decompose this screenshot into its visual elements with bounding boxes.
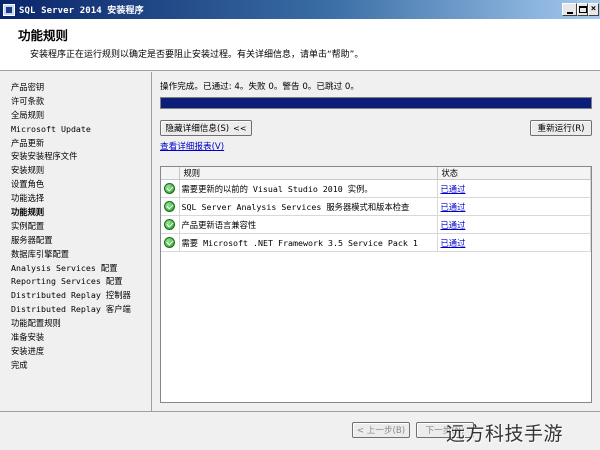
minimize-button[interactable] bbox=[562, 3, 577, 16]
table-row[interactable]: 产品更新语言兼容性 已通过 bbox=[161, 215, 591, 234]
nav-step-item[interactable]: 安装安装程序文件 bbox=[11, 150, 131, 164]
status-passed-link[interactable]: 已通过 bbox=[441, 238, 466, 248]
check-success-icon bbox=[164, 219, 176, 230]
rule-status-cell: 已通过 bbox=[437, 233, 591, 252]
nav-step-item[interactable]: 功能配置规则 bbox=[11, 317, 131, 331]
title-bar: SQL Server 2014 安装程序 bbox=[0, 0, 600, 19]
nav-step-item[interactable]: 安装规则 bbox=[11, 164, 131, 178]
back-button[interactable]: < 上一步(B) bbox=[352, 422, 410, 438]
maximize-icon bbox=[578, 6, 587, 13]
rules-table: 规则 状态 需要更新的以前的 Visual Studio 2010 实例。 已通过… bbox=[160, 166, 592, 403]
row-icon-cell bbox=[161, 233, 180, 252]
rule-name-cell: SQL Server Analysis Services 服务器模式和版本检查 bbox=[179, 197, 438, 216]
main-panel: 操作完成。已通过: 4。失败 0。警告 0。已跳过 0。 隐藏详细信息(S) <… bbox=[153, 72, 600, 411]
icon-column-header bbox=[161, 167, 180, 180]
window-title: SQL Server 2014 安装程序 bbox=[19, 6, 144, 16]
footer-bar: < 上一步(B) 下一步(N) 远方科技手游 bbox=[0, 411, 600, 450]
table-row[interactable]: 需要 Microsoft .NET Framework 3.5 Service … bbox=[161, 233, 591, 252]
table-row[interactable]: SQL Server Analysis Services 服务器模式和版本检查已… bbox=[161, 197, 591, 216]
nav-step-item[interactable]: 产品更新 bbox=[11, 137, 131, 151]
sql-server-setup-icon bbox=[3, 3, 15, 16]
status-column-header[interactable]: 状态 bbox=[437, 167, 591, 180]
page-description: 安装程序正在运行规则以确定是否要阻止安装过程。有关详细信息，请单击“帮助”。 bbox=[30, 50, 364, 60]
row-icon-cell bbox=[161, 197, 180, 216]
rerun-label: 重新运行(R) bbox=[537, 124, 585, 134]
check-success-icon bbox=[164, 201, 176, 212]
rule-name-cell: 需要更新的以前的 Visual Studio 2010 实例。 bbox=[179, 179, 438, 198]
nav-step-item[interactable]: 设置角色 bbox=[11, 178, 131, 192]
nav-step-item[interactable]: 许可条款 bbox=[11, 95, 131, 109]
step-navigation: 产品密钥 许可条款 全局规则 Microsoft Update 产品更新 安装安装程序文件… bbox=[0, 72, 152, 411]
rule-column-header[interactable]: 规则 bbox=[179, 167, 438, 180]
nav-step-item[interactable]: 产品密钥 bbox=[11, 81, 131, 95]
rule-name-cell: 产品更新语言兼容性 bbox=[179, 215, 438, 234]
nav-step-item[interactable]: 功能选择 bbox=[11, 192, 131, 206]
nav-step-item[interactable]: 完成 bbox=[11, 359, 131, 373]
page-title: 功能规则 bbox=[18, 28, 69, 43]
row-icon-cell bbox=[161, 179, 180, 198]
chevron-collapse-icon: << bbox=[233, 123, 247, 133]
nav-step-item[interactable]: 服务器配置 bbox=[11, 234, 131, 248]
rerun-button[interactable]: 重新运行(R) bbox=[530, 120, 592, 136]
nav-step-item[interactable]: Reporting Services 配置 bbox=[11, 275, 131, 289]
progress-fill bbox=[161, 98, 591, 108]
nav-step-item[interactable]: 准备安装 bbox=[11, 331, 131, 345]
table-header-row: 规则 状态 bbox=[161, 167, 591, 180]
step-list: 产品密钥 许可条款 全局规则 Microsoft Update 产品更新 安装安装程序文件… bbox=[11, 81, 131, 373]
row-icon-cell bbox=[161, 215, 180, 234]
nav-step-item[interactable]: 功能规则 bbox=[11, 206, 131, 220]
rule-status-cell: 已通过 bbox=[437, 197, 591, 216]
nav-step-item[interactable]: Microsoft Update bbox=[11, 123, 131, 137]
progress-bar bbox=[160, 97, 592, 109]
rule-status-cell: 已通过 bbox=[437, 215, 591, 234]
maximize-button[interactable] bbox=[577, 3, 588, 16]
nav-step-item[interactable]: Distributed Replay 控制器 bbox=[11, 289, 131, 303]
status-passed-link[interactable]: 已通过 bbox=[441, 202, 466, 212]
close-icon: × bbox=[590, 4, 597, 14]
view-detailed-report-link[interactable]: 查看详细报表(V) bbox=[160, 140, 224, 152]
check-success-icon bbox=[164, 183, 176, 194]
rules-table-body: 需要更新的以前的 Visual Studio 2010 实例。 已通过 SQL Se… bbox=[161, 179, 591, 252]
nav-step-item[interactable]: 数据库引擎配置 bbox=[11, 248, 131, 262]
nav-step-item[interactable]: Analysis Services 配置 bbox=[11, 262, 131, 276]
check-success-icon bbox=[164, 237, 176, 248]
hide-details-label: 隐藏详细信息(S) bbox=[165, 124, 230, 134]
hide-details-button[interactable]: 隐藏详细信息(S) << bbox=[160, 120, 252, 136]
table-row[interactable]: 需要更新的以前的 Visual Studio 2010 实例。 已通过 bbox=[161, 179, 591, 198]
status-passed-link[interactable]: 已通过 bbox=[441, 220, 466, 230]
minimize-icon bbox=[566, 11, 573, 14]
rule-name-cell: 需要 Microsoft .NET Framework 3.5 Service … bbox=[179, 233, 438, 252]
rule-status-cell: 已通过 bbox=[437, 179, 591, 198]
nav-step-item[interactable]: 安装进度 bbox=[11, 345, 131, 359]
watermark-text: 远方科技手游 bbox=[446, 423, 564, 445]
operation-status: 操作完成。已通过: 4。失败 0。警告 0。已跳过 0。 bbox=[160, 82, 359, 92]
page-header: 功能规则 安装程序正在运行规则以确定是否要阻止安装过程。有关详细信息，请单击“帮… bbox=[0, 19, 600, 71]
nav-step-item[interactable]: 实例配置 bbox=[11, 220, 131, 234]
nav-step-item[interactable]: Distributed Replay 客户端 bbox=[11, 303, 131, 317]
close-button[interactable]: × bbox=[588, 3, 599, 16]
status-passed-link[interactable]: 已通过 bbox=[441, 184, 466, 194]
nav-step-item[interactable]: 全局规则 bbox=[11, 109, 131, 123]
